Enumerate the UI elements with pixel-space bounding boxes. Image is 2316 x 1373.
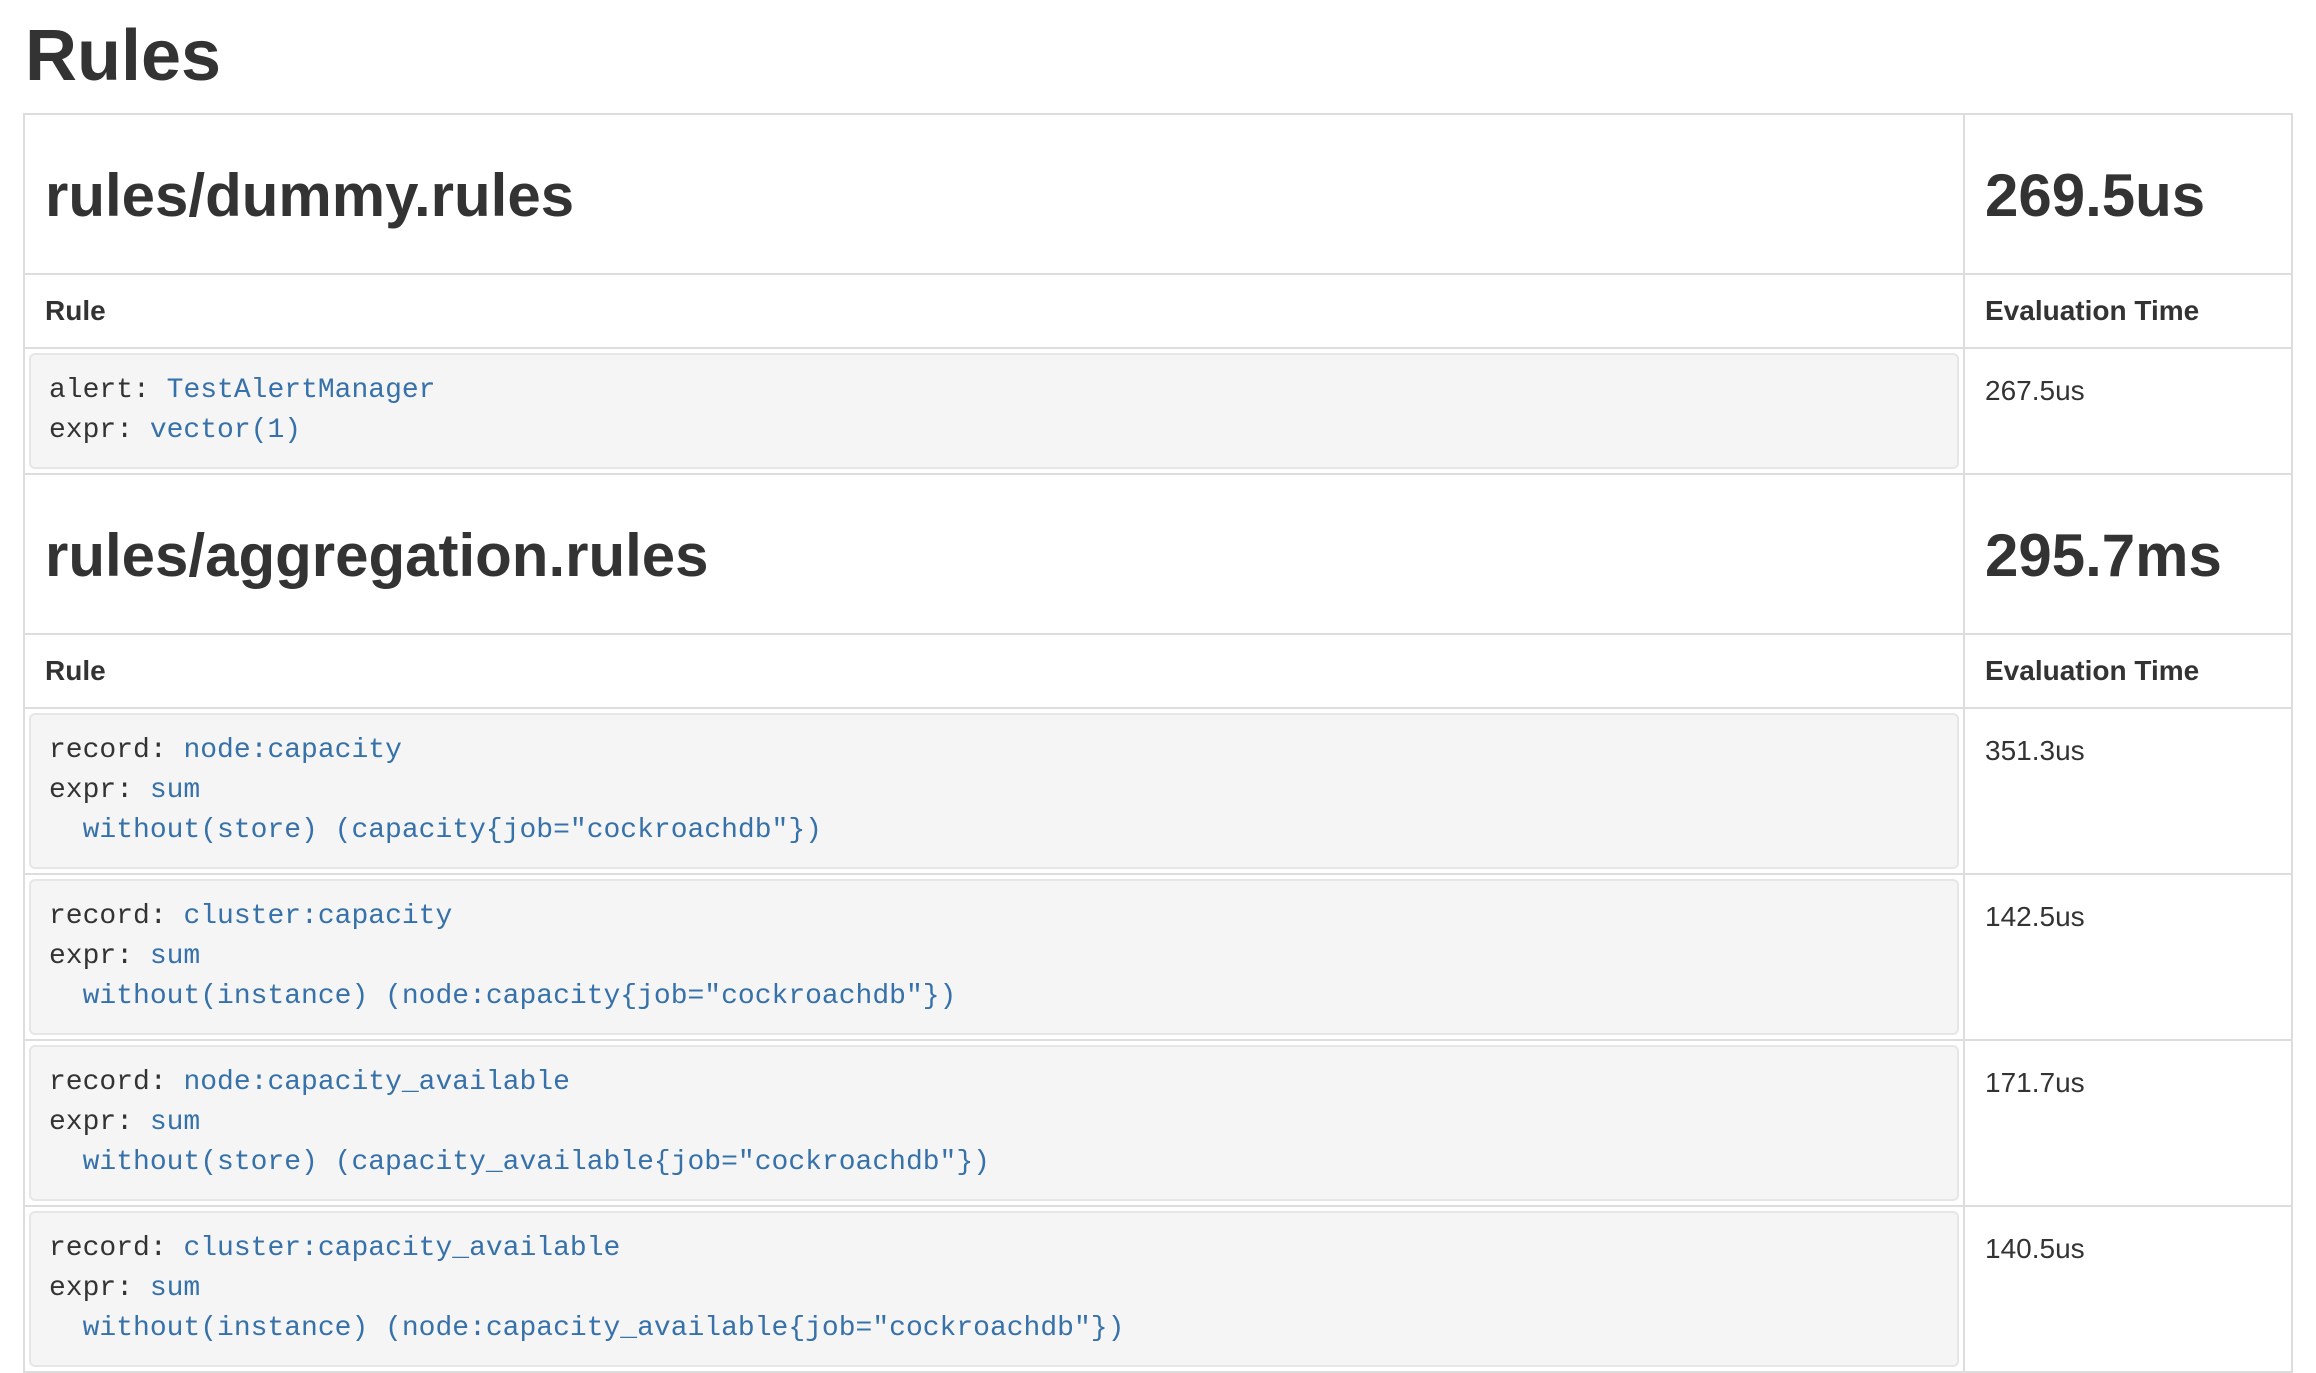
rule-cell: record: node:capacity expr: sum without(…: [24, 708, 1964, 874]
column-header-row: RuleEvaluation Time: [24, 634, 2292, 708]
rule-block: record: node:capacity_available expr: su…: [29, 1045, 1959, 1201]
rule-expr-link[interactable]: sum without(instance) (node:capacity{job…: [49, 941, 956, 1012]
rule-expr-label: expr:: [49, 1107, 133, 1138]
evaluation-time-cell: 171.7us: [1964, 1040, 2292, 1206]
rule-cell: record: node:capacity_available expr: su…: [24, 1040, 1964, 1206]
rule-block: alert: TestAlertManager expr: vector(1): [29, 353, 1959, 469]
evaluation-time-cell: 351.3us: [1964, 708, 2292, 874]
rule-block: record: cluster:capacity expr: sum witho…: [29, 879, 1959, 1035]
rule-name-link[interactable]: node:capacity: [183, 735, 401, 766]
evaluation-time-cell: 142.5us: [1964, 874, 2292, 1040]
rule-row: record: node:capacity_available expr: su…: [24, 1040, 2292, 1206]
rule-group-header-row: rules/dummy.rules 269.5us: [24, 114, 2292, 274]
rule-expr-label: expr:: [49, 941, 133, 972]
evaluation-time-column-header: Evaluation Time: [1964, 634, 2292, 708]
rule-kind-label: record:: [49, 901, 167, 932]
rule-row: record: cluster:capacity expr: sum witho…: [24, 874, 2292, 1040]
rules-page: { "page_title": "Rules", "table": { "rul…: [0, 16, 2316, 1338]
rule-row: alert: TestAlertManager expr: vector(1) 2…: [24, 348, 2292, 474]
group-file-cell: rules/dummy.rules: [24, 114, 1964, 274]
evaluation-time-column-header: Evaluation Time: [1964, 274, 2292, 348]
rule-kind-label: record:: [49, 1233, 167, 1264]
evaluation-time-cell: 140.5us: [1964, 1206, 2292, 1372]
group-evaluation-time: 295.7ms: [1985, 523, 2271, 589]
rule-expr-link[interactable]: vector(1): [150, 415, 301, 446]
group-file-name: rules/aggregation.rules: [45, 523, 1943, 589]
rule-kind-label: alert:: [49, 375, 150, 406]
group-file-cell: rules/aggregation.rules: [24, 474, 1964, 634]
rule-expr-label: expr:: [49, 1273, 133, 1304]
group-evaluation-time-cell: 295.7ms: [1964, 474, 2292, 634]
rule-name-link[interactable]: TestAlertManager: [167, 375, 436, 406]
rule-code: alert: TestAlertManager expr: vector(1): [49, 371, 1939, 451]
rule-name-link[interactable]: node:capacity_available: [183, 1067, 569, 1098]
rule-expr-label: expr:: [49, 775, 133, 806]
group-file-name: rules/dummy.rules: [45, 163, 1943, 229]
rule-row: record: node:capacity expr: sum without(…: [24, 708, 2292, 874]
rule-column-header: Rule: [24, 634, 1964, 708]
rule-cell: record: cluster:capacity_available expr:…: [24, 1206, 1964, 1372]
rules-table-body: rules/dummy.rules269.5usRuleEvaluation T…: [24, 114, 2292, 1372]
rule-expr-link[interactable]: sum without(instance) (node:capacity_ava…: [49, 1273, 1124, 1344]
rule-expr-label: expr:: [49, 415, 133, 446]
rule-kind-label: record:: [49, 1067, 167, 1098]
evaluation-time-cell: 267.5us: [1964, 348, 2292, 474]
rule-block: record: node:capacity expr: sum without(…: [29, 713, 1959, 869]
rule-cell: record: cluster:capacity expr: sum witho…: [24, 874, 1964, 1040]
rule-expr-link[interactable]: sum without(store) (capacity_available{j…: [49, 1107, 990, 1178]
rule-column-header: Rule: [24, 274, 1964, 348]
page-title: Rules: [25, 16, 2293, 96]
group-evaluation-time: 269.5us: [1985, 163, 2271, 229]
rule-group-header-row: rules/aggregation.rules 295.7ms: [24, 474, 2292, 634]
column-header-row: RuleEvaluation Time: [24, 274, 2292, 348]
rule-block: record: cluster:capacity_available expr:…: [29, 1211, 1959, 1367]
rule-kind-label: record:: [49, 735, 167, 766]
rule-row: record: cluster:capacity_available expr:…: [24, 1206, 2292, 1372]
rule-name-link[interactable]: cluster:capacity: [183, 901, 452, 932]
rule-code: record: node:capacity expr: sum without(…: [49, 731, 1939, 851]
group-evaluation-time-cell: 269.5us: [1964, 114, 2292, 274]
rule-code: record: cluster:capacity_available expr:…: [49, 1229, 1939, 1349]
rules-table: rules/dummy.rules269.5usRuleEvaluation T…: [23, 113, 2293, 1373]
rule-code: record: cluster:capacity expr: sum witho…: [49, 897, 1939, 1017]
rule-cell: alert: TestAlertManager expr: vector(1): [24, 348, 1964, 474]
rule-expr-link[interactable]: sum without(store) (capacity{job="cockro…: [49, 775, 822, 846]
rule-name-link[interactable]: cluster:capacity_available: [183, 1233, 620, 1264]
rule-code: record: node:capacity_available expr: su…: [49, 1063, 1939, 1183]
